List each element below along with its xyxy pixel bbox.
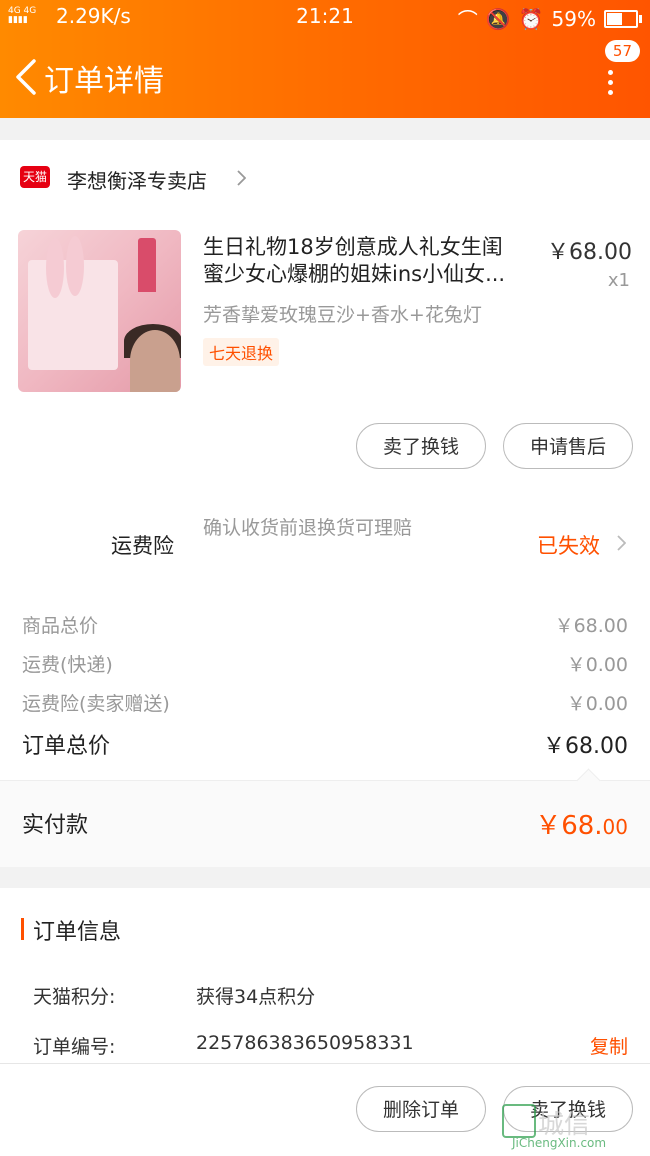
more-menu-icon[interactable]: [608, 70, 614, 100]
sell-for-cash-button[interactable]: 卖了换钱: [356, 423, 486, 469]
points-label: 天猫积分:: [33, 986, 116, 1008]
section-accent-bar: [21, 918, 24, 940]
product-quantity: x1: [607, 270, 630, 291]
product-sku: 芳香挚爱玫瑰豆沙+香水+花兔灯: [203, 304, 482, 326]
back-arrow-icon[interactable]: [12, 58, 40, 96]
alarm-icon: ⏰: [518, 6, 544, 31]
message-count-badge[interactable]: 57: [604, 40, 640, 62]
order-info-heading: 订单信息: [33, 920, 122, 945]
order-number-label: 订单编号:: [33, 1036, 116, 1058]
insurance-fee-value: ￥0.00: [566, 693, 628, 715]
order-info-card: 订单信息 天猫积分: 获得34点积分 订单编号: 225786383650958…: [0, 888, 650, 1064]
points-row: 天猫积分: 获得34点积分: [33, 982, 628, 1010]
order-number-value: 225786383650958331: [196, 1032, 414, 1054]
order-total-row: 订单总价 ￥68.00: [22, 728, 628, 759]
amount-paid-decimal: 00: [602, 815, 628, 839]
goods-total-label: 商品总价: [22, 615, 99, 637]
goods-total-value: ￥68.00: [554, 615, 628, 637]
tmall-logo-icon: 天猫: [20, 166, 50, 188]
shipping-fee-label: 运费(快递): [22, 654, 113, 676]
amount-paid-bar: 实付款 ￥68.00: [0, 768, 650, 867]
shipping-insurance-desc: 确认收货前退换货可理赔: [203, 517, 413, 539]
nav-bar: 订单详情 57: [0, 36, 650, 118]
watermark-logo: 城信 JiChengXin.com: [502, 1104, 644, 1154]
goods-total-row: 商品总价 ￥68.00: [22, 611, 628, 641]
shipping-insurance-status[interactable]: 已失效: [537, 530, 600, 560]
order-number-row: 订单编号: 225786383650958331 复制: [33, 1032, 628, 1060]
watermark-box-icon: [502, 1104, 536, 1138]
order-total-value: ￥68.00: [543, 734, 628, 759]
shop-name: 李想衡泽专卖店: [67, 169, 207, 193]
chevron-right-icon: [237, 170, 246, 186]
delete-order-button[interactable]: 删除订单: [356, 1086, 486, 1132]
shipping-insurance-label: 运费险: [111, 534, 174, 558]
chevron-right-icon[interactable]: [616, 535, 626, 551]
product-title[interactable]: 生日礼物18岁创意成人礼女生闺 蜜少女心爆棚的姐妹ins小仙女...: [203, 234, 543, 288]
battery-fill: [607, 12, 623, 25]
shipping-fee-row: 运费(快递) ￥0.00: [22, 650, 628, 680]
apply-aftersale-button[interactable]: 申请售后: [503, 423, 633, 469]
product-image[interactable]: [18, 230, 181, 392]
mute-icon: 🔕: [485, 6, 511, 31]
order-item-card: 天猫 李想衡泽专卖店 生日礼物18岁创意成人礼女生闺 蜜少女心爆棚的姐妹ins小…: [0, 140, 650, 867]
shop-row[interactable]: 天猫 李想衡泽专卖店: [0, 140, 650, 220]
product-price: ￥68.00: [547, 240, 632, 265]
points-value: 获得34点积分: [196, 986, 316, 1008]
battery-percent: 59%: [551, 6, 596, 31]
shipping-fee-value: ￥0.00: [566, 654, 628, 676]
return-policy-tag: 七天退换: [203, 338, 280, 366]
status-bar: 4G 4G ▮▮▮▮ 2.29K/s 21:21 ⌒ 🔕 ⏰ 59%: [0, 0, 650, 36]
product-title-line1: 生日礼物18岁创意成人礼女生闺: [203, 235, 503, 259]
copy-order-number-button[interactable]: 复制: [590, 1032, 628, 1059]
watermark-url: JiChengXin.com: [512, 1136, 607, 1150]
insurance-fee-row: 运费险(卖家赠送) ￥0.00: [22, 689, 628, 719]
product-title-line2: 蜜少女心爆棚的姐妹ins小仙女...: [203, 262, 506, 286]
amount-paid-label: 实付款: [22, 813, 89, 838]
page-title: 订单详情: [44, 64, 164, 99]
headset-icon: ⌒: [457, 8, 478, 32]
status-icons: ⌒ 🔕 ⏰ 59%: [457, 4, 642, 33]
amount-paid-value: ￥68.00: [535, 805, 628, 842]
insurance-fee-label: 运费险(卖家赠送): [22, 693, 170, 715]
battery-icon: [604, 9, 642, 28]
amount-paid-main: ￥68.: [535, 811, 603, 841]
order-total-label: 订单总价: [22, 734, 111, 759]
